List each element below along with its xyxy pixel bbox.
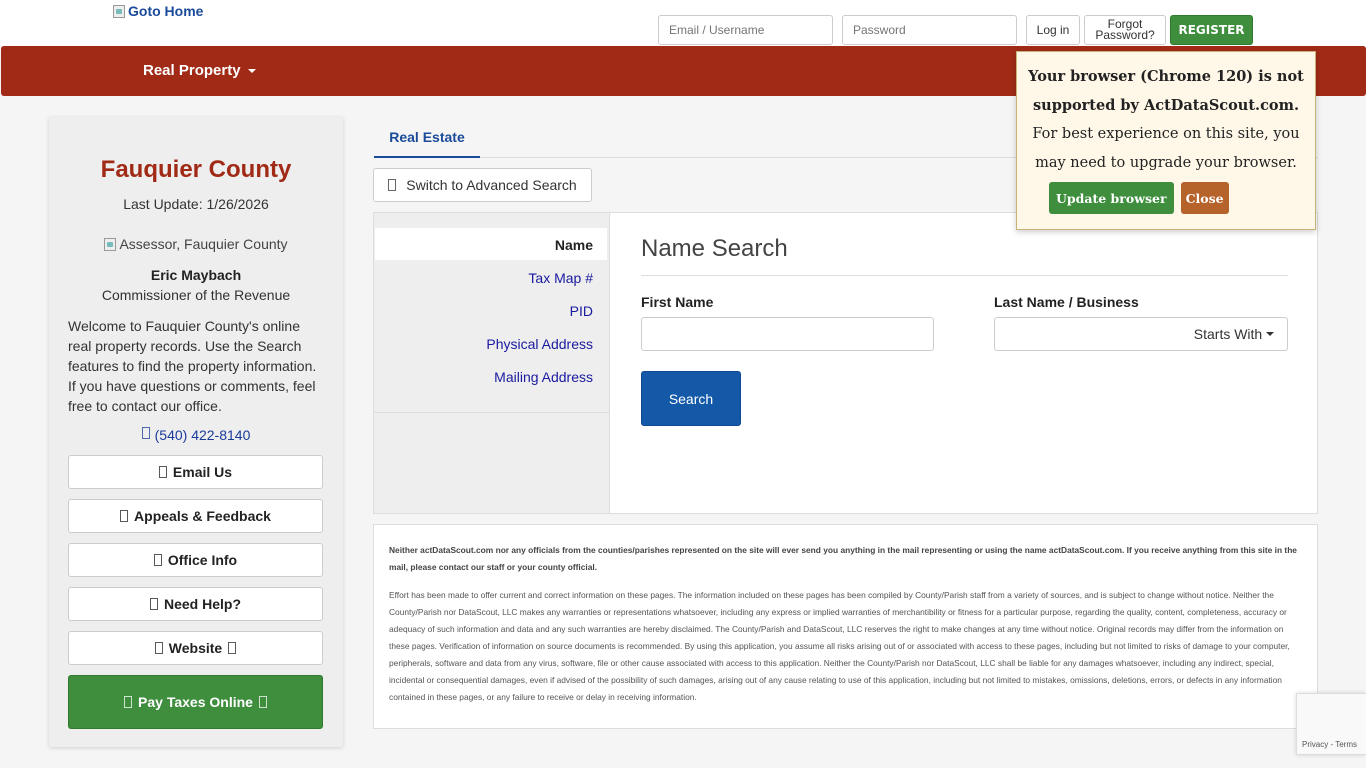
search-panel: Name Tax Map # PID Physical Address Mail… — [373, 212, 1318, 514]
disclaimer-text: Effort has been made to offer current an… — [389, 590, 1290, 702]
forgot-label-line2: Password? — [1095, 28, 1155, 42]
starts-with-dropdown[interactable]: Starts With — [1181, 317, 1288, 351]
browser-unsupported-popup: Your browser (Chrome 120) is not support… — [1016, 51, 1316, 230]
website-label: Website — [168, 640, 223, 656]
divider — [374, 412, 610, 413]
credit-card-icon — [124, 696, 133, 708]
login-label: Log in — [1036, 22, 1070, 37]
phone-number: (540) 422-8140 — [154, 427, 251, 443]
tab-real-estate[interactable]: Real Estate — [374, 117, 480, 158]
comment-icon — [120, 510, 129, 522]
register-button[interactable]: REGISTER — [1170, 15, 1253, 45]
top-bar: Goto Home Log in Forgot Password? REGIST… — [0, 0, 1366, 46]
search-type-tax-map[interactable]: Tax Map # — [528, 270, 593, 286]
assessor-image: Assessor, Fauquier County — [49, 236, 343, 252]
pay-taxes-label: Pay Taxes Online — [138, 694, 253, 710]
recaptcha-links: Privacy - Terms — [1302, 740, 1357, 749]
caret-down-icon — [1266, 332, 1275, 336]
real-property-label: Real Property — [143, 62, 241, 79]
recaptcha-terms-link[interactable]: Terms — [1335, 740, 1357, 749]
phone-icon — [141, 427, 150, 439]
email-us-button[interactable]: Email Us — [68, 455, 323, 489]
password-input[interactable] — [842, 15, 1017, 45]
phone-link[interactable]: (540) 422-8140 — [49, 427, 343, 443]
last-name-label: Last Name / Business — [994, 294, 1139, 310]
search-type-name[interactable]: Name — [555, 237, 593, 253]
office-info-label: Office Info — [167, 552, 238, 568]
email-username-input[interactable] — [658, 15, 833, 45]
recaptcha-badge[interactable]: Privacy - Terms — [1296, 693, 1366, 755]
update-browser-label: Update browser — [1056, 190, 1167, 206]
divider — [641, 275, 1288, 276]
email-us-label: Email Us — [172, 464, 233, 480]
register-label: REGISTER — [1178, 23, 1245, 37]
recaptcha-privacy-link[interactable]: Privacy — [1302, 740, 1328, 749]
globe-icon — [154, 642, 163, 654]
caret-down-icon — [247, 68, 256, 73]
search-button-label: Search — [668, 390, 714, 407]
search-type-pid[interactable]: PID — [570, 303, 593, 319]
disclaimer-panel: Neither actDataScout.com nor any officia… — [373, 524, 1318, 729]
need-help-button[interactable]: Need Help? — [68, 587, 323, 621]
name-search-title: Name Search — [641, 235, 788, 262]
assessor-image-alt: Assessor, Fauquier County — [119, 236, 288, 252]
home-logo-link[interactable]: Goto Home — [113, 3, 203, 19]
county-title: Fauquier County — [100, 156, 292, 183]
office-info-button[interactable]: Office Info — [68, 543, 323, 577]
need-help-label: Need Help? — [163, 596, 241, 612]
first-name-label: First Name — [641, 294, 714, 310]
help-icon — [149, 598, 158, 610]
welcome-text: Welcome to Fauquier County's online real… — [68, 318, 317, 414]
toggle-icon — [388, 179, 397, 191]
last-name-input[interactable] — [994, 317, 1182, 351]
real-property-dropdown[interactable]: Real Property — [143, 62, 256, 79]
search-type-list: Name Tax Map # PID Physical Address Mail… — [374, 213, 610, 513]
popup-warning: Your browser (Chrome 120) is not support… — [1028, 68, 1304, 114]
county-sidebar: Fauquier County Last Update: 1/26/2026 A… — [49, 117, 343, 747]
popup-close-button[interactable]: Close — [1180, 182, 1229, 214]
external-link-icon — [228, 642, 237, 654]
popup-close-label: Close — [1185, 190, 1224, 206]
search-type-mailing-address[interactable]: Mailing Address — [494, 369, 593, 385]
website-button[interactable]: Website — [68, 631, 323, 665]
envelope-icon — [158, 466, 167, 478]
tab-real-estate-label: Real Estate — [389, 128, 465, 145]
update-browser-button[interactable]: Update browser — [1049, 182, 1174, 214]
popup-buttons: Update browser Close — [1049, 182, 1229, 214]
first-name-input[interactable] — [641, 317, 934, 351]
broken-image-icon — [104, 237, 117, 251]
external-link-icon — [258, 696, 267, 708]
logo-alt-text: Goto Home — [128, 3, 204, 19]
appeals-feedback-button[interactable]: Appeals & Feedback — [68, 499, 323, 533]
info-icon — [153, 554, 162, 566]
pay-taxes-online-button[interactable]: Pay Taxes Online — [68, 675, 323, 729]
search-button[interactable]: Search — [641, 371, 741, 426]
search-type-physical-address[interactable]: Physical Address — [486, 336, 593, 352]
advanced-search-label: Switch to Advanced Search — [406, 177, 577, 193]
official-title: Commissioner of the Revenue — [101, 287, 291, 303]
official-name: Eric Maybach — [150, 267, 242, 283]
switch-advanced-search-button[interactable]: Switch to Advanced Search — [373, 168, 592, 202]
login-button[interactable]: Log in — [1026, 15, 1080, 45]
disclaimer-mail-notice: Neither actDataScout.com nor any officia… — [389, 545, 1297, 572]
appeals-feedback-label: Appeals & Feedback — [134, 508, 271, 524]
broken-image-icon — [113, 4, 125, 18]
forgot-password-button[interactable]: Forgot Password? — [1084, 15, 1166, 45]
popup-message: For best experience on this site, you ma… — [1032, 126, 1300, 171]
last-update: Last Update: 1/26/2026 — [123, 196, 269, 212]
starts-with-label: Starts With — [1193, 326, 1263, 342]
